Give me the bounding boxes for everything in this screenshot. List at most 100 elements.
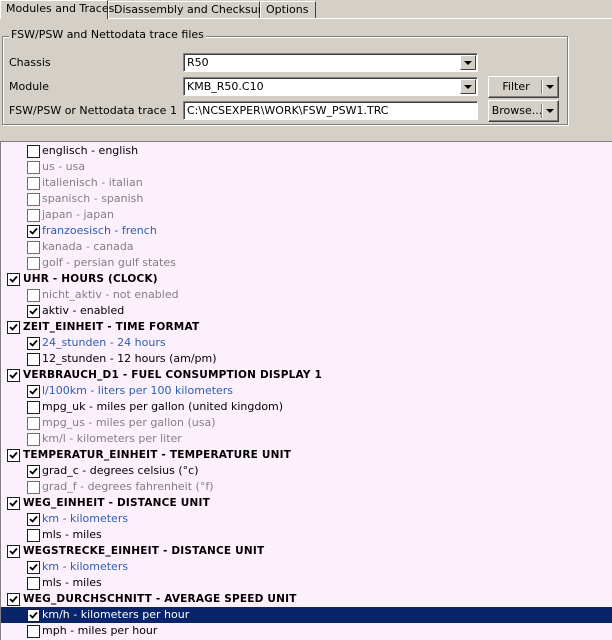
tree-group-row[interactable]: VERBRAUCH_D1 - FUEL CONSUMPTION DISPLAY … xyxy=(1,367,612,383)
tree-row-label: mls - miles xyxy=(42,576,102,589)
checkbox-icon[interactable] xyxy=(7,321,20,334)
tab-modules-and-traces[interactable]: Modules and Traces xyxy=(0,0,114,19)
chevron-down-icon[interactable] xyxy=(546,109,554,113)
tree-option-row[interactable]: l/100km - liters per 100 kilometers xyxy=(1,383,612,399)
checkbox-icon[interactable] xyxy=(7,369,20,382)
checkbox-icon[interactable] xyxy=(7,545,20,558)
browse-label: Browse... xyxy=(491,104,543,117)
tree-row-label: WEG_DURCHSCHNITT - AVERAGE SPEED UNIT xyxy=(23,593,297,605)
tree-option-row[interactable]: mls - miles xyxy=(1,527,612,543)
tree-row-label: l/100km - liters per 100 kilometers xyxy=(42,384,234,397)
tree-group-row[interactable]: WEGSTRECKE_EINHEIT - DISTANCE UNIT xyxy=(1,543,612,559)
tab-disassembly-and-checksums[interactable]: Disassembly and Checksums xyxy=(108,1,274,18)
tree-row-label: japan - japan xyxy=(42,208,114,221)
checkbox-icon[interactable] xyxy=(27,305,40,318)
tree-option-row[interactable]: golf - persian gulf states xyxy=(1,255,612,271)
chevron-down-icon[interactable] xyxy=(460,55,476,70)
tree-group-row[interactable]: ZEIT_EINHEIT - TIME FORMAT xyxy=(1,319,612,335)
tree-row-label: nicht_aktiv - not enabled xyxy=(42,288,179,301)
checkbox-icon[interactable] xyxy=(27,353,40,366)
checkbox-icon[interactable] xyxy=(27,337,40,350)
tree-option-row[interactable]: spanisch - spanish xyxy=(1,191,612,207)
tree-option-row[interactable]: aktiv - enabled xyxy=(1,303,612,319)
tree-option-row[interactable]: grad_c - degrees celsius (°c) xyxy=(1,463,612,479)
tree-row-label: grad_c - degrees celsius (°c) xyxy=(42,464,199,477)
tree-row-label: ZEIT_EINHEIT - TIME FORMAT xyxy=(23,321,200,333)
checkbox-icon[interactable] xyxy=(27,433,40,446)
module-label: Module xyxy=(9,80,49,93)
tree-row-label: us - usa xyxy=(42,160,86,173)
checkbox-icon[interactable] xyxy=(27,529,40,542)
coding-tree[interactable]: englisch - english us - usa italienisch - … xyxy=(0,141,612,640)
module-value: KMB_R50.C10 xyxy=(187,80,264,93)
tree-row-label: UHR - HOURS (CLOCK) xyxy=(23,273,158,285)
tree-option-row[interactable]: italienisch - italian xyxy=(1,175,612,191)
tree-row-label: aktiv - enabled xyxy=(42,304,125,317)
chevron-down-icon[interactable] xyxy=(546,85,554,89)
tree-option-row[interactable]: englisch - english xyxy=(1,143,612,159)
tree-option-row[interactable]: japan - japan xyxy=(1,207,612,223)
checkbox-icon[interactable] xyxy=(27,241,40,254)
button-separator xyxy=(541,80,542,94)
tree-row-label: mpg_uk - miles per gallon (united kingdo… xyxy=(42,400,284,413)
checkbox-icon[interactable] xyxy=(27,417,40,430)
tree-option-row[interactable]: grad_f - degrees fahrenheit (°f) xyxy=(1,479,612,495)
tree-option-row[interactable]: us - usa xyxy=(1,159,612,175)
tree-row-label: grad_f - degrees fahrenheit (°f) xyxy=(42,480,214,493)
browse-button[interactable]: Browse... xyxy=(488,100,559,122)
checkbox-icon[interactable] xyxy=(27,577,40,590)
checkbox-icon[interactable] xyxy=(27,401,40,414)
checkbox-icon[interactable] xyxy=(7,593,20,606)
tree-option-row[interactable]: km - kilometers xyxy=(1,511,612,527)
checkbox-icon[interactable] xyxy=(27,225,40,238)
module-select[interactable]: KMB_R50.C10 xyxy=(183,77,478,96)
checkbox-icon[interactable] xyxy=(27,481,40,494)
tree-option-row[interactable]: 12_stunden - 12 hours (am/pm) xyxy=(1,351,612,367)
checkbox-icon[interactable] xyxy=(27,177,40,190)
tree-row-label: WEGSTRECKE_EINHEIT - DISTANCE UNIT xyxy=(23,545,265,557)
tree-row-label: WEG_EINHEIT - DISTANCE UNIT xyxy=(23,497,210,509)
tree-group-row[interactable]: TEMPERATUR_EINHEIT - TEMPERATURE UNIT xyxy=(1,447,612,463)
tree-group-row[interactable]: WEG_EINHEIT - DISTANCE UNIT xyxy=(1,495,612,511)
checkbox-icon[interactable] xyxy=(7,449,20,462)
tree-row-label: km - kilometers xyxy=(42,512,129,525)
checkbox-icon[interactable] xyxy=(27,257,40,270)
tree-row-label: mls - miles xyxy=(42,528,102,541)
tab-options[interactable]: Options xyxy=(260,1,316,18)
tree-row-label: golf - persian gulf states xyxy=(42,256,176,269)
tree-row-label: englisch - english xyxy=(42,144,139,157)
filter-button[interactable]: Filter xyxy=(488,76,559,98)
trace-file-input[interactable]: C:\NCSEXPER\WORK\FSW_PSW1.TRC xyxy=(183,101,478,120)
tree-option-row[interactable]: mpg_us - miles per gallon (usa) xyxy=(1,415,612,431)
tree-option-row[interactable]: km - kilometers xyxy=(1,559,612,575)
tree-option-row[interactable]: km/l - kilometers per liter xyxy=(1,431,612,447)
checkbox-icon[interactable] xyxy=(27,625,40,638)
checkbox-icon[interactable] xyxy=(27,193,40,206)
checkbox-icon[interactable] xyxy=(27,609,40,622)
checkbox-icon[interactable] xyxy=(27,561,40,574)
checkbox-icon[interactable] xyxy=(27,385,40,398)
tree-row-label: 24_stunden - 24 hours xyxy=(42,336,166,349)
checkbox-icon[interactable] xyxy=(27,513,40,526)
tree-group-row[interactable]: WEG_DURCHSCHNITT - AVERAGE SPEED UNIT xyxy=(1,591,612,607)
tree-option-row[interactable]: mph - miles per hour xyxy=(1,623,612,639)
tree-group-row[interactable]: UHR - HOURS (CLOCK) xyxy=(1,271,612,287)
tree-option-row[interactable]: mpg_uk - miles per gallon (united kingdo… xyxy=(1,399,612,415)
tree-option-row[interactable]: mls - miles xyxy=(1,575,612,591)
chassis-select[interactable]: R50 xyxy=(183,53,478,72)
checkbox-icon[interactable] xyxy=(27,465,40,478)
chassis-label: Chassis xyxy=(9,56,51,69)
tree-option-row[interactable]: 24_stunden - 24 hours xyxy=(1,335,612,351)
checkbox-icon[interactable] xyxy=(27,161,40,174)
checkbox-icon[interactable] xyxy=(27,209,40,222)
checkbox-icon[interactable] xyxy=(27,289,40,302)
checkbox-icon[interactable] xyxy=(27,145,40,158)
tree-option-row[interactable]: kanada - canada xyxy=(1,239,612,255)
tree-option-row[interactable]: km/h - kilometers per hour xyxy=(1,607,612,623)
checkbox-icon[interactable] xyxy=(7,273,20,286)
tree-option-row[interactable]: franzoesisch - french xyxy=(1,223,612,239)
checkbox-icon[interactable] xyxy=(7,497,20,510)
tab-label: Disassembly and Checksums xyxy=(114,3,275,16)
tree-option-row[interactable]: nicht_aktiv - not enabled xyxy=(1,287,612,303)
chevron-down-icon[interactable] xyxy=(460,79,476,94)
